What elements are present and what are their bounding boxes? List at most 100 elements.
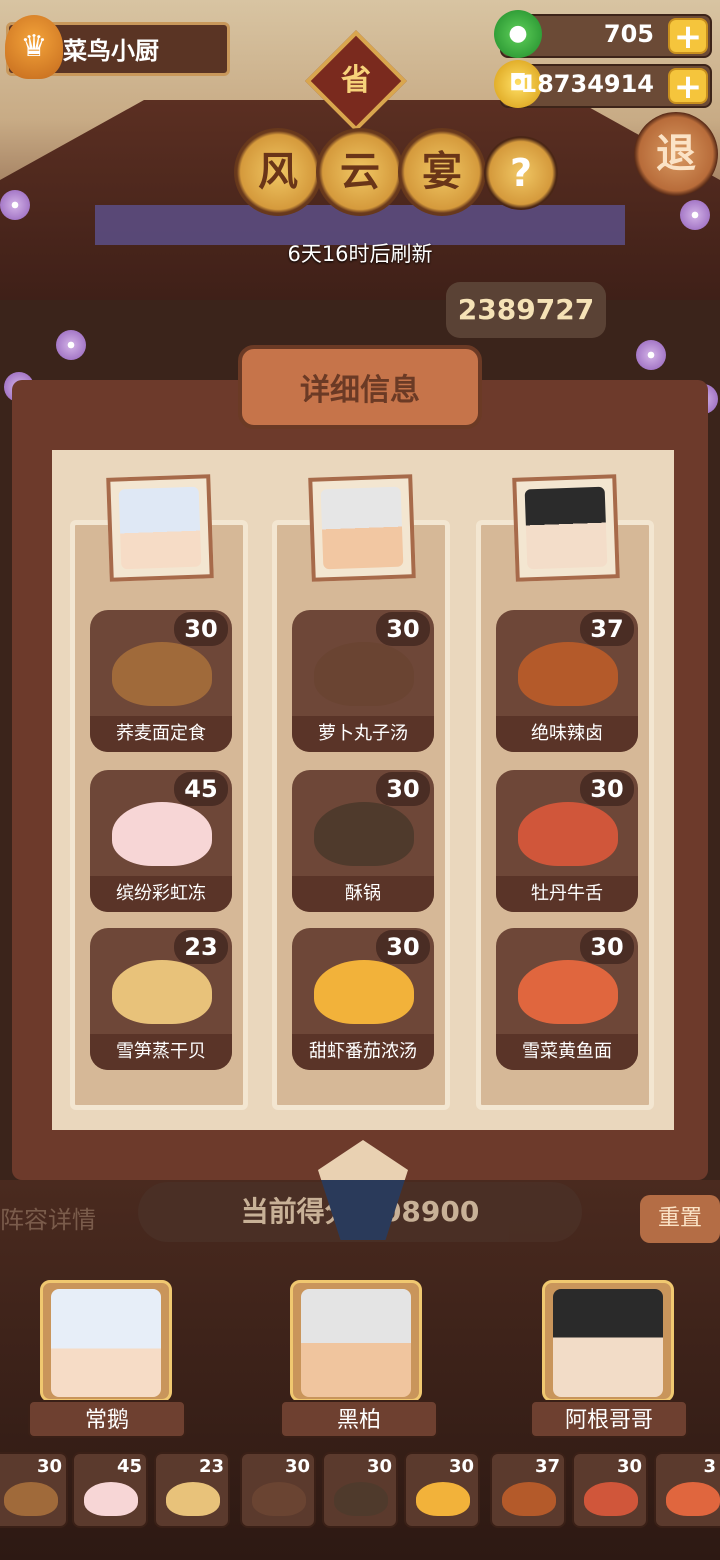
player-name: 菜鸟小厨 — [63, 37, 159, 65]
lineup-details-link[interactable]: 阵容详情 — [0, 1200, 96, 1235]
strip-count: 30 — [448, 1456, 474, 1477]
strip-count: 23 — [198, 1456, 224, 1477]
flower-icon — [680, 200, 710, 230]
dish-name: 雪笋蒸干贝 — [90, 1034, 232, 1070]
portrait-heibai[interactable] — [308, 474, 416, 582]
total-score-partial: 2389727 — [446, 282, 606, 338]
scallop-dish-icon — [166, 1482, 220, 1516]
clay-pot-icon — [314, 802, 414, 866]
character-face-icon — [51, 1289, 161, 1397]
dish-name: 萝卜丸子汤 — [292, 716, 434, 752]
soup-pot-icon — [314, 642, 414, 706]
dish-count: 30 — [174, 612, 228, 646]
portrait-agengege[interactable] — [512, 474, 620, 582]
dish-tile[interactable]: 23 雪笋蒸干贝 — [90, 928, 232, 1070]
soup-pot-icon — [252, 1482, 306, 1516]
jelly-dish-icon — [84, 1482, 138, 1516]
dish-tile[interactable]: 30 荞麦面定食 — [90, 610, 232, 752]
peony-tongue-icon — [584, 1482, 638, 1516]
strip-dish[interactable]: 37 — [490, 1452, 566, 1528]
flower-icon — [636, 340, 666, 370]
exit-button[interactable]: 退 — [634, 112, 718, 196]
strip-dish[interactable]: 45 — [72, 1452, 148, 1528]
strip-count: 45 — [116, 1456, 142, 1477]
flower-icon — [56, 330, 86, 360]
add-coins-button[interactable]: + — [668, 68, 708, 104]
strip-dish[interactable]: 23 — [154, 1452, 230, 1528]
refresh-timer: 6天16时后刷新 — [287, 242, 433, 266]
clay-pot-icon — [334, 1482, 388, 1516]
character-face-icon — [524, 486, 608, 570]
strip-dish[interactable]: 3 — [654, 1452, 720, 1528]
dish-tile[interactable]: 30 酥锅 — [292, 770, 434, 912]
character-card-agengege[interactable] — [542, 1280, 674, 1402]
dish-name: 酥锅 — [292, 876, 434, 912]
dish-tile[interactable]: 30 甜虾番茄浓汤 — [292, 928, 434, 1070]
title-char-yun: 云 — [316, 128, 404, 216]
coin-value: 18734914 — [520, 70, 654, 98]
strip-dish[interactable]: 30 — [404, 1452, 480, 1528]
strip-count: 30 — [366, 1456, 392, 1477]
dish-count: 23 — [174, 930, 228, 964]
dish-name: 荞麦面定食 — [90, 716, 232, 752]
strip-count: 37 — [534, 1456, 560, 1477]
strip-dish[interactable]: 30 — [240, 1452, 316, 1528]
shrimp-soup-icon — [314, 960, 414, 1024]
dish-count: 45 — [174, 772, 228, 806]
spicy-braise-icon — [502, 1482, 556, 1516]
strip-count: 3 — [703, 1456, 716, 1477]
dish-count: 37 — [580, 612, 634, 646]
strip-count: 30 — [36, 1456, 62, 1477]
noodle-bowl-icon — [666, 1482, 720, 1516]
character-face-icon — [301, 1289, 411, 1397]
dish-tile[interactable]: 30 雪菜黄鱼面 — [496, 928, 638, 1070]
character-face-icon — [320, 486, 404, 570]
jelly-dish-icon — [112, 802, 212, 866]
player-tag[interactable]: ♛ 菜鸟小厨 — [5, 15, 230, 79]
strip-dish[interactable]: 30 — [572, 1452, 648, 1528]
title-char-yan: 宴 — [398, 128, 486, 216]
province-badge[interactable]: 省 — [320, 45, 392, 117]
character-card-heibai[interactable] — [290, 1280, 422, 1402]
dish-count: 30 — [580, 930, 634, 964]
jade-icon: ● — [494, 10, 542, 58]
jade-value: 705 — [603, 20, 654, 48]
flower-icon — [0, 190, 30, 220]
strip-dish[interactable]: 30 — [0, 1452, 68, 1528]
details-title-plaque: 详细信息 — [238, 345, 482, 429]
strip-count: 30 — [284, 1456, 310, 1477]
dish-name: 牡丹牛舌 — [496, 876, 638, 912]
dish-name: 绝味辣卤 — [496, 716, 638, 752]
jade-counter: ● 705 + — [494, 10, 712, 58]
character-card-changer[interactable] — [40, 1280, 172, 1402]
dish-tile[interactable]: 45 缤纷彩虹冻 — [90, 770, 232, 912]
coin-counter: ◘ 18734914 + — [494, 60, 712, 108]
dish-count: 30 — [376, 612, 430, 646]
dish-name: 雪菜黄鱼面 — [496, 1034, 638, 1070]
soba-dish-icon — [4, 1482, 58, 1516]
strip-count: 30 — [616, 1456, 642, 1477]
character-face-icon — [553, 1289, 663, 1397]
dish-name: 甜虾番茄浓汤 — [292, 1034, 434, 1070]
dish-tile[interactable]: 30 牡丹牛舌 — [496, 770, 638, 912]
peony-tongue-icon — [518, 802, 618, 866]
dish-tile[interactable]: 30 萝卜丸子汤 — [292, 610, 434, 752]
character-name: 黑柏 — [280, 1400, 438, 1438]
chef-avatar-icon: ♛ — [5, 15, 63, 79]
dish-count: 30 — [376, 772, 430, 806]
portrait-changer[interactable] — [106, 474, 214, 582]
help-button[interactable]: ? — [484, 136, 558, 210]
character-face-icon — [118, 486, 202, 570]
spicy-braise-icon — [518, 642, 618, 706]
scallop-dish-icon — [112, 960, 212, 1024]
title-char-feng: 风 — [234, 128, 322, 216]
character-name: 阿根哥哥 — [530, 1400, 688, 1438]
dish-name: 缤纷彩虹冻 — [90, 876, 232, 912]
strip-dish[interactable]: 30 — [322, 1452, 398, 1528]
character-name: 常鹅 — [28, 1400, 186, 1438]
dish-tile[interactable]: 37 绝味辣卤 — [496, 610, 638, 752]
shrimp-soup-icon — [416, 1482, 470, 1516]
dish-count: 30 — [580, 772, 634, 806]
reset-button[interactable]: 重置 — [640, 1195, 720, 1243]
add-jade-button[interactable]: + — [668, 18, 708, 54]
